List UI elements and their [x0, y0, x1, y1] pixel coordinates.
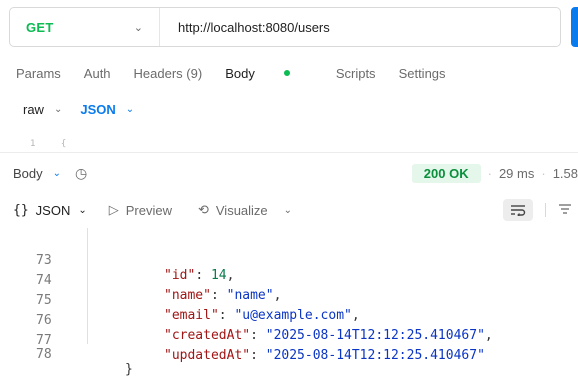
response-bar: Body ⌄ ◷ 200 OK · 29 ms · 1.58	[13, 163, 578, 183]
chevron-down-icon[interactable]: ⌄	[126, 104, 134, 115]
url-input[interactable]: http://localhost:8080/users	[160, 20, 330, 35]
request-tabs: Params Auth Headers (9) Body Scripts Set…	[16, 66, 469, 81]
code-text: }	[125, 362, 133, 377]
request-line-number: 1	[30, 139, 36, 149]
code-line: 76 "createdAt": "2025-08-14T12:12:25.410…	[0, 298, 578, 343]
filter-icon[interactable]	[558, 203, 572, 218]
tab-auth[interactable]: Auth	[84, 66, 111, 81]
response-toolbar: {} JSON ⌄ ▷ Preview ⟲ Visualize ⌄	[13, 199, 578, 221]
wrap-icon	[511, 205, 526, 216]
toolbar-divider	[545, 203, 546, 217]
wrap-lines-button[interactable]	[503, 199, 533, 221]
code-line: 73 "id": 14,	[0, 238, 578, 283]
chevron-down-icon[interactable]: ⌄	[53, 168, 61, 179]
request-line-code: {	[60, 139, 67, 149]
tab-body[interactable]: Body	[225, 66, 313, 81]
request-editor-partial: 1 {	[30, 139, 66, 149]
separator-dot: ·	[541, 165, 546, 181]
line-number: 78	[36, 347, 52, 362]
code-line: 72 {	[0, 222, 578, 234]
status-badge: 200 OK	[411, 163, 481, 183]
chevron-down-icon[interactable]: ⌄	[54, 104, 62, 115]
method-select[interactable]: GET ⌄	[10, 8, 160, 46]
json-braces-icon: {}	[13, 202, 29, 218]
chevron-down-icon[interactable]: ⌄	[284, 205, 292, 216]
active-dot-icon	[283, 70, 290, 76]
format-select[interactable]: JSON	[36, 203, 71, 218]
response-body-select[interactable]: Body	[13, 166, 43, 181]
response-size: 1.58	[552, 165, 578, 181]
history-icon[interactable]: ◷	[75, 165, 87, 182]
body-mode-select[interactable]: raw	[23, 102, 44, 117]
code-line: 75 "email": "u@example.com",	[0, 278, 578, 323]
separator-dot: ·	[487, 165, 492, 181]
send-button[interactable]	[571, 7, 578, 47]
chevron-down-icon[interactable]: ⌄	[78, 205, 86, 216]
tab-settings[interactable]: Settings	[399, 66, 446, 81]
chevron-down-icon: ⌄	[133, 21, 143, 34]
tab-headers[interactable]: Headers (9)	[134, 66, 203, 81]
response-code-editor[interactable]: 72 { 73 "id": 14, 74 "name": "name", 75 …	[0, 228, 578, 377]
visualize-button[interactable]: Visualize	[216, 203, 268, 218]
tab-body-label: Body	[225, 66, 255, 81]
tab-scripts[interactable]: Scripts	[336, 66, 376, 81]
visualize-icon: ⟲	[197, 202, 209, 217]
tab-params[interactable]: Params	[16, 66, 61, 81]
divider[interactable]	[0, 152, 578, 153]
url-bar: GET ⌄ http://localhost:8080/users	[9, 7, 561, 47]
code-line: 74 "name": "name",	[0, 258, 578, 303]
body-options: raw ⌄ JSON ⌄	[23, 102, 134, 117]
response-time: 29 ms	[498, 165, 535, 181]
method-label: GET	[26, 19, 54, 35]
preview-button[interactable]: Preview	[126, 203, 172, 218]
play-icon: ▷	[108, 202, 119, 217]
body-type-select[interactable]: JSON	[80, 102, 115, 117]
code-line: 78 }	[0, 332, 578, 377]
